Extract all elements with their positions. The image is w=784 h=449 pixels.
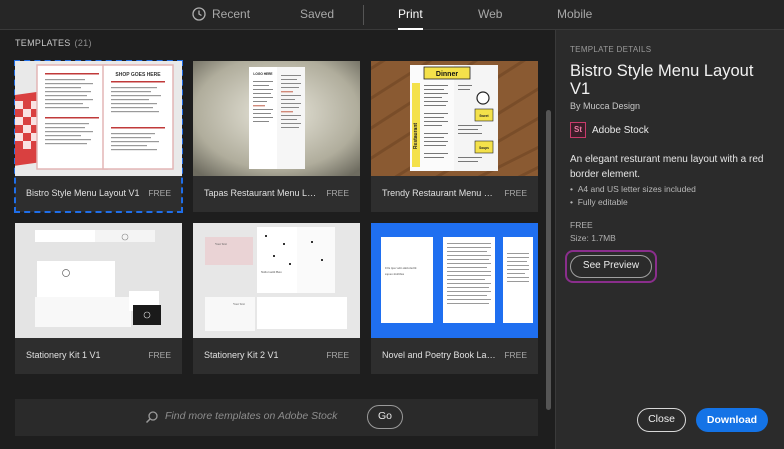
menu3-box-soups: Soups <box>479 146 489 150</box>
feature-item: • Fully editable <box>570 197 628 207</box>
details-section-label: TEMPLATE DETAILS <box>570 45 652 54</box>
template-card-bistro[interactable]: SHOP GOES HERE Bistro Style Menu Layout … <box>14 60 183 213</box>
search-icon <box>145 411 158 424</box>
templates-heading: TEMPLATES (21) <box>15 38 92 48</box>
stationery-text-1: Your Text <box>215 242 227 246</box>
menu2-logo-text: LOGO HERE <box>253 72 272 76</box>
template-price: FREE <box>504 350 527 360</box>
template-author: By Mucca Design <box>570 101 641 111</box>
template-card-trendy[interactable]: Dinner Restaurant Sweet Soups Trendy Res… <box>371 61 538 212</box>
template-title: Bistro Style Menu Layout V1 <box>570 62 754 98</box>
tab-recent[interactable]: Recent <box>212 0 250 30</box>
adobe-stock-logo-icon: St <box>570 122 586 138</box>
template-name: Stationery Kit 2 V1 <box>204 350 279 360</box>
template-details-panel: TEMPLATE DETAILS Bistro Style Menu Layou… <box>555 30 784 449</box>
templates-heading-label: TEMPLATES <box>15 38 71 48</box>
search-input[interactable]: Find more templates on Adobe Stock <box>165 410 337 422</box>
stock-source-label: Adobe Stock <box>592 125 649 136</box>
template-price: FREE <box>326 350 349 360</box>
template-name: Stationery Kit 1 V1 <box>26 350 101 360</box>
feature-text: Fully editable <box>577 197 628 207</box>
template-size-label: Size: 1.7MB <box>570 233 616 243</box>
see-preview-button[interactable]: See Preview <box>570 255 652 278</box>
tab-divider <box>363 5 364 25</box>
template-name: Trendy Restaurant Menu Layout… <box>382 188 497 198</box>
template-thumbnail: Dinner Restaurant Sweet Soups <box>371 61 538 176</box>
template-thumbnail: Your Text Nulla Guild Here Your Text <box>193 223 360 338</box>
template-features: • A4 and US letter sizes included • Full… <box>570 183 696 209</box>
menu3-title-text: Dinner <box>436 71 458 78</box>
tab-mobile[interactable]: Mobile <box>557 0 592 30</box>
template-thumbnail: SHOP GOES HERE <box>15 61 182 176</box>
template-price: FREE <box>148 188 171 198</box>
stationery-text-2: Nulla Guild Here <box>261 270 282 274</box>
book-text: Ulla ipsa velit anim mollit <box>385 266 417 270</box>
template-card-stationery-1[interactable]: Stationery Kit 1 V1 FREE <box>15 223 182 374</box>
menu1-header-text: SHOP GOES HERE <box>115 72 161 78</box>
tab-saved[interactable]: Saved <box>300 0 334 30</box>
template-card-stationery-2[interactable]: Your Text Nulla Guild Here Your Text Sta… <box>193 223 360 374</box>
template-card-novel-poetry[interactable]: Ulla ipsa velit anim mollit sapore molli… <box>371 223 538 374</box>
templates-count: (21) <box>74 38 92 48</box>
menu3-box-sweet: Sweet <box>479 114 489 118</box>
clock-icon <box>192 7 206 21</box>
template-price: FREE <box>504 188 527 198</box>
feature-item: • A4 and US letter sizes included <box>570 184 696 194</box>
templates-panel: TEMPLATES (21) SHOP GOES HERE Bistro Sty… <box>0 30 555 449</box>
template-card-tapas[interactable]: LOGO HERE Tapas Restaurant Menu Lay FREE <box>193 61 360 212</box>
template-description: An elegant resturant menu layout with a … <box>570 154 764 180</box>
top-tab-bar: Recent Saved Print Web Mobile <box>0 0 784 30</box>
template-thumbnail <box>15 223 182 338</box>
template-price: FREE <box>326 188 349 198</box>
go-button[interactable]: Go <box>367 405 403 429</box>
template-thumbnail: Ulla ipsa velit anim mollit sapore molli… <box>371 223 538 338</box>
template-thumbnail: LOGO HERE <box>193 61 360 176</box>
templates-scrollbar[interactable] <box>546 110 551 410</box>
template-name: Tapas Restaurant Menu Layout V1 <box>204 188 319 198</box>
feature-text: A4 and US letter sizes included <box>577 184 696 194</box>
template-name: Bistro Style Menu Layout V1 <box>26 188 140 198</box>
tab-print[interactable]: Print <box>398 0 423 30</box>
tab-web[interactable]: Web <box>478 0 502 30</box>
menu3-side-text: Restaurant <box>413 123 419 149</box>
close-button[interactable]: Close <box>637 408 686 432</box>
template-name: Novel and Poetry Book Layout V1 <box>382 350 497 360</box>
book-text-2: sapore mollibus <box>385 272 405 276</box>
template-price: FREE <box>148 350 171 360</box>
stationery-text-3: Your Text <box>233 302 245 306</box>
stock-search-bar: Find more templates on Adobe Stock Go <box>15 399 538 436</box>
download-button[interactable]: Download <box>696 408 768 432</box>
template-price-label: FREE <box>570 220 593 230</box>
